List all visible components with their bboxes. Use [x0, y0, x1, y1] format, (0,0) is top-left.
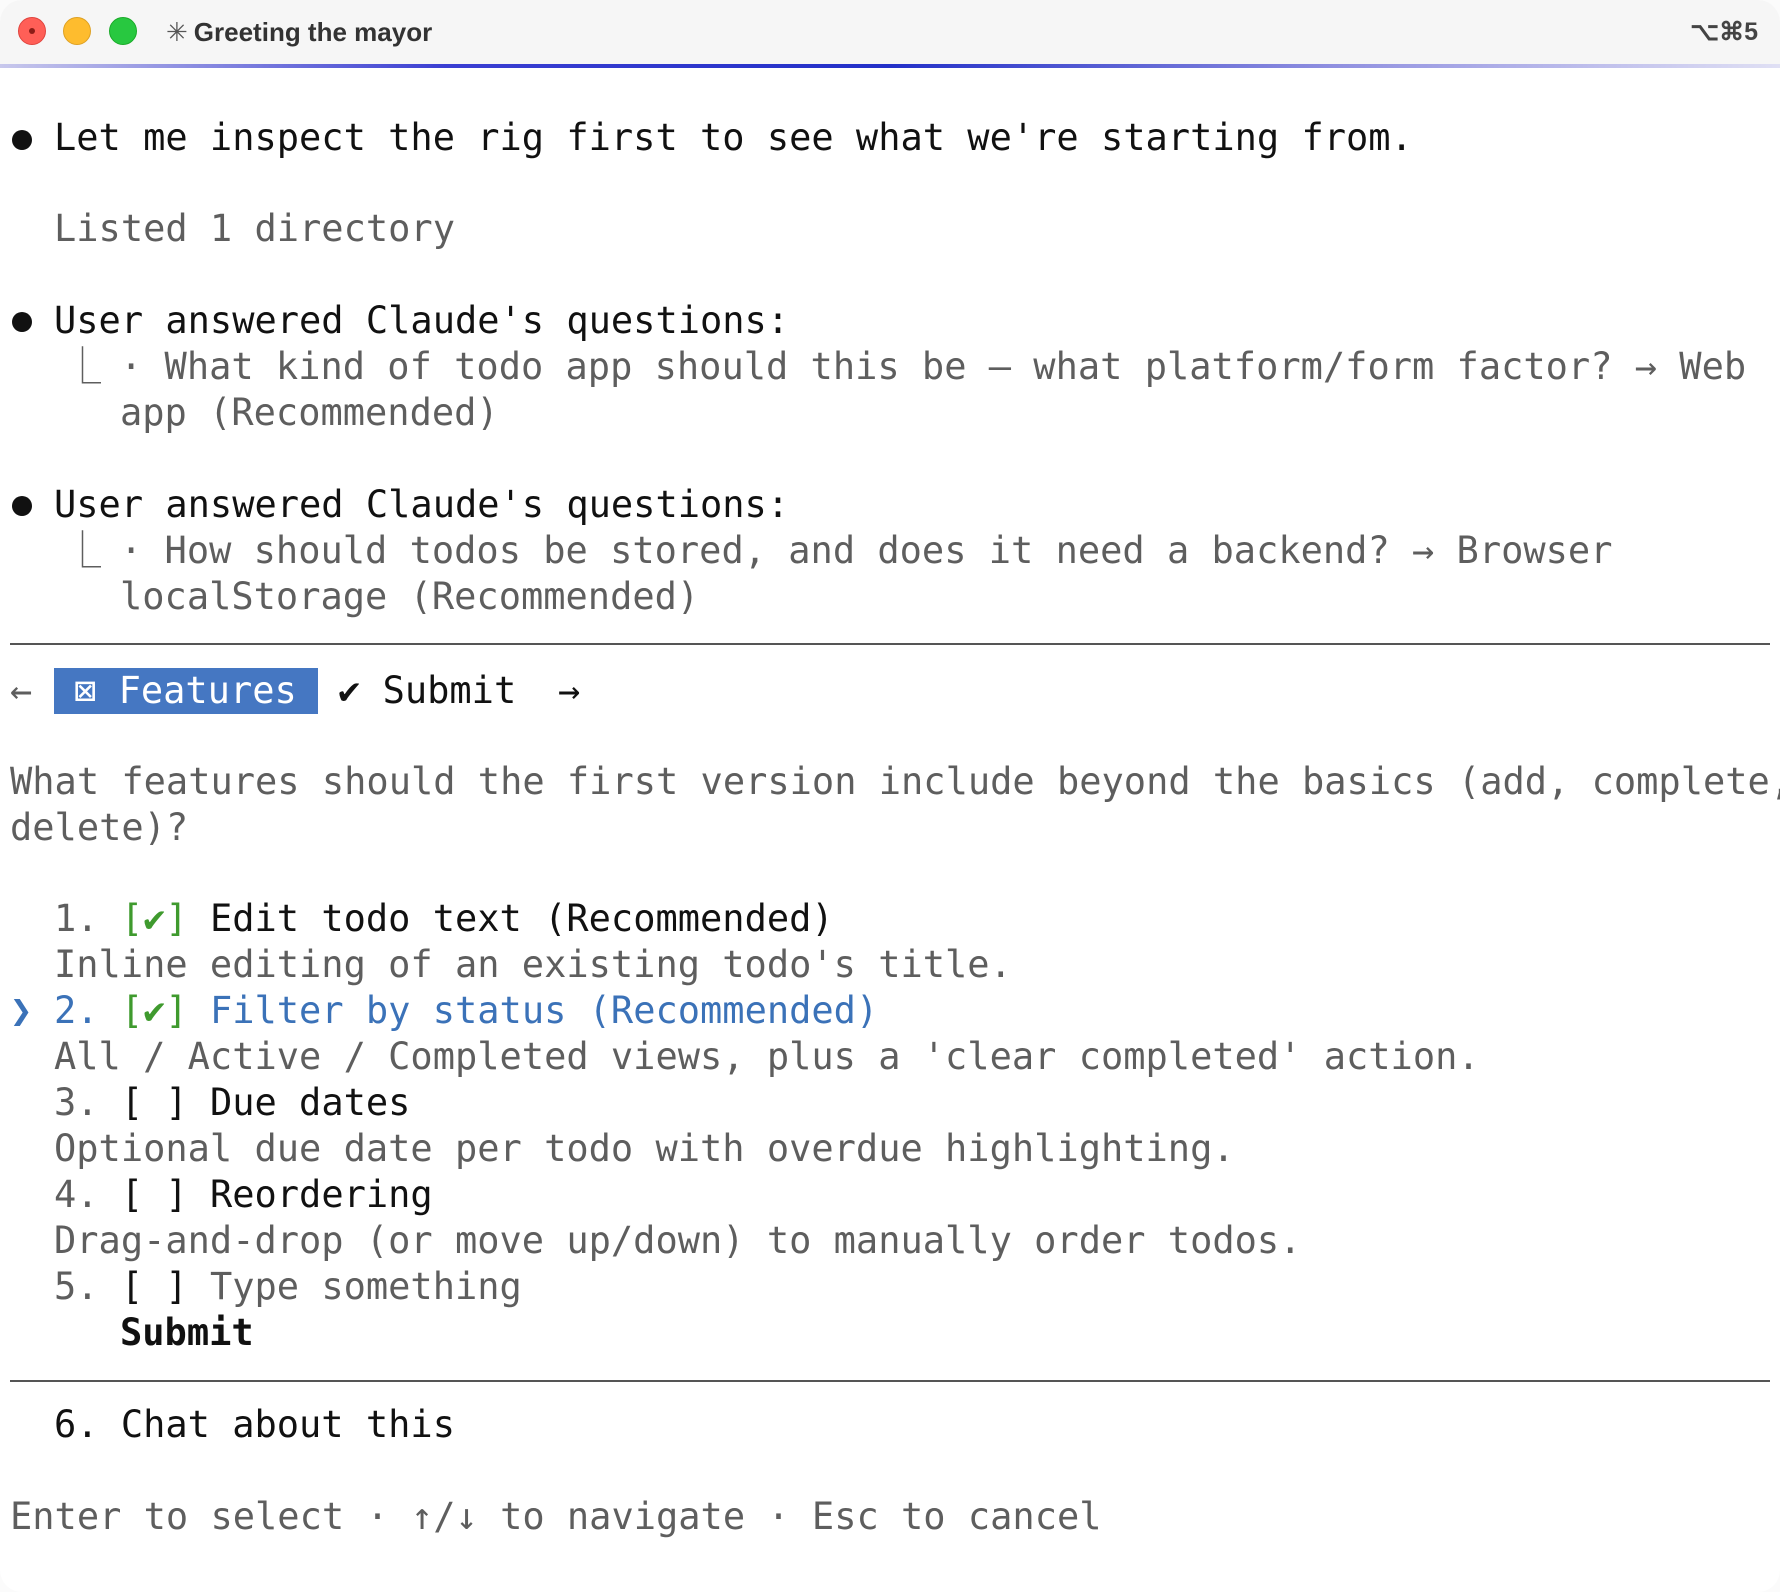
minimize-window-button[interactable]: [63, 17, 91, 45]
arrow-right-icon[interactable]: →: [558, 668, 580, 714]
bullet-icon: [12, 312, 32, 332]
bullet-icon: [12, 130, 32, 150]
option-description: Inline editing of an existing todo's tit…: [54, 943, 1012, 986]
arrow-left-icon[interactable]: ←: [10, 668, 32, 714]
submit-option[interactable]: Submit: [120, 1310, 254, 1356]
bullet-icon: [12, 496, 32, 516]
option-description: Optional due date per todo with overdue …: [54, 1127, 1235, 1170]
question-text: delete)?: [10, 806, 189, 849]
tab-features-label: Features: [118, 669, 297, 712]
answer-line: · What kind of todo app should this be —…: [120, 345, 1747, 388]
tree-branch-icon: ⎿: [64, 529, 101, 572]
option-5-type-something[interactable]: 5. [ ] Type something: [54, 1264, 522, 1310]
terminal-window: ✳ Greeting the mayor ⌥⌘5 Let me inspect t…: [0, 0, 1780, 1592]
checkbox-cross-icon: ⊠: [74, 669, 97, 712]
assistant-message: Let me inspect the rig first to see what…: [54, 116, 1413, 159]
selection-cursor-icon: ❯: [10, 989, 33, 1032]
checkbox-unchecked: [ ]: [120, 1173, 188, 1216]
answer-header: User answered Claude's questions:: [54, 299, 790, 342]
checkbox-checked: [✔]: [120, 989, 188, 1032]
divider: [10, 1380, 1770, 1382]
option-4[interactable]: 4. [ ] Reordering: [54, 1172, 433, 1218]
answer-line: localStorage (Recommended): [120, 575, 700, 618]
checkbox-checked: [✔]: [120, 897, 188, 940]
window-title: ✳ Greeting the mayor: [166, 16, 432, 48]
tab-features[interactable]: ⊠ Features: [54, 668, 318, 714]
tab-submit[interactable]: ✔ Submit: [338, 668, 516, 714]
tab-submit-label: Submit: [382, 669, 517, 712]
tool-result: Listed 1 directory: [54, 207, 455, 250]
answer-line: · How should todos be stored, and does i…: [120, 529, 1613, 572]
option-label: Filter by status (Recommended): [209, 989, 879, 1032]
check-icon: ✔: [338, 669, 361, 712]
answer-header: User answered Claude's questions:: [54, 483, 790, 526]
option-1[interactable]: 1. [✔] Edit todo text (Recommended): [54, 896, 834, 942]
tree-branch-icon: ⎿: [64, 345, 101, 388]
free-text-input[interactable]: Type something: [210, 1265, 522, 1308]
option-3[interactable]: 3. [ ] Due dates: [54, 1080, 410, 1126]
spark-icon: ✳: [166, 17, 188, 47]
option-description: Drag-and-drop (or move up/down) to manua…: [54, 1219, 1302, 1262]
option-2[interactable]: 2. [✔] Filter by status (Recommended): [54, 988, 878, 1034]
window-shortcut: ⌥⌘5: [1690, 18, 1758, 46]
option-label: Reordering: [209, 1173, 433, 1216]
divider: [10, 643, 1770, 645]
question-text: What features should the first version i…: [10, 760, 1780, 803]
checkbox-unchecked: [ ]: [120, 1081, 188, 1124]
option-label: Edit todo text (Recommended): [209, 897, 834, 940]
zoom-window-button[interactable]: [109, 17, 137, 45]
option-description: All / Active / Completed views, plus a '…: [54, 1035, 1480, 1078]
option-label: Due dates: [209, 1081, 411, 1124]
window-title-text: Greeting the mayor: [193, 17, 433, 47]
checkbox-unchecked: [ ]: [120, 1265, 188, 1308]
keyboard-hints: Enter to select · ↑/↓ to navigate · Esc …: [10, 1495, 1102, 1538]
answer-line: app (Recommended): [120, 391, 499, 434]
option-6-chat[interactable]: 6. Chat about this: [54, 1402, 455, 1448]
close-window-button[interactable]: [18, 17, 46, 45]
activity-progress-bar: [0, 64, 1780, 68]
title-bar: ✳ Greeting the mayor ⌥⌘5: [0, 0, 1780, 64]
